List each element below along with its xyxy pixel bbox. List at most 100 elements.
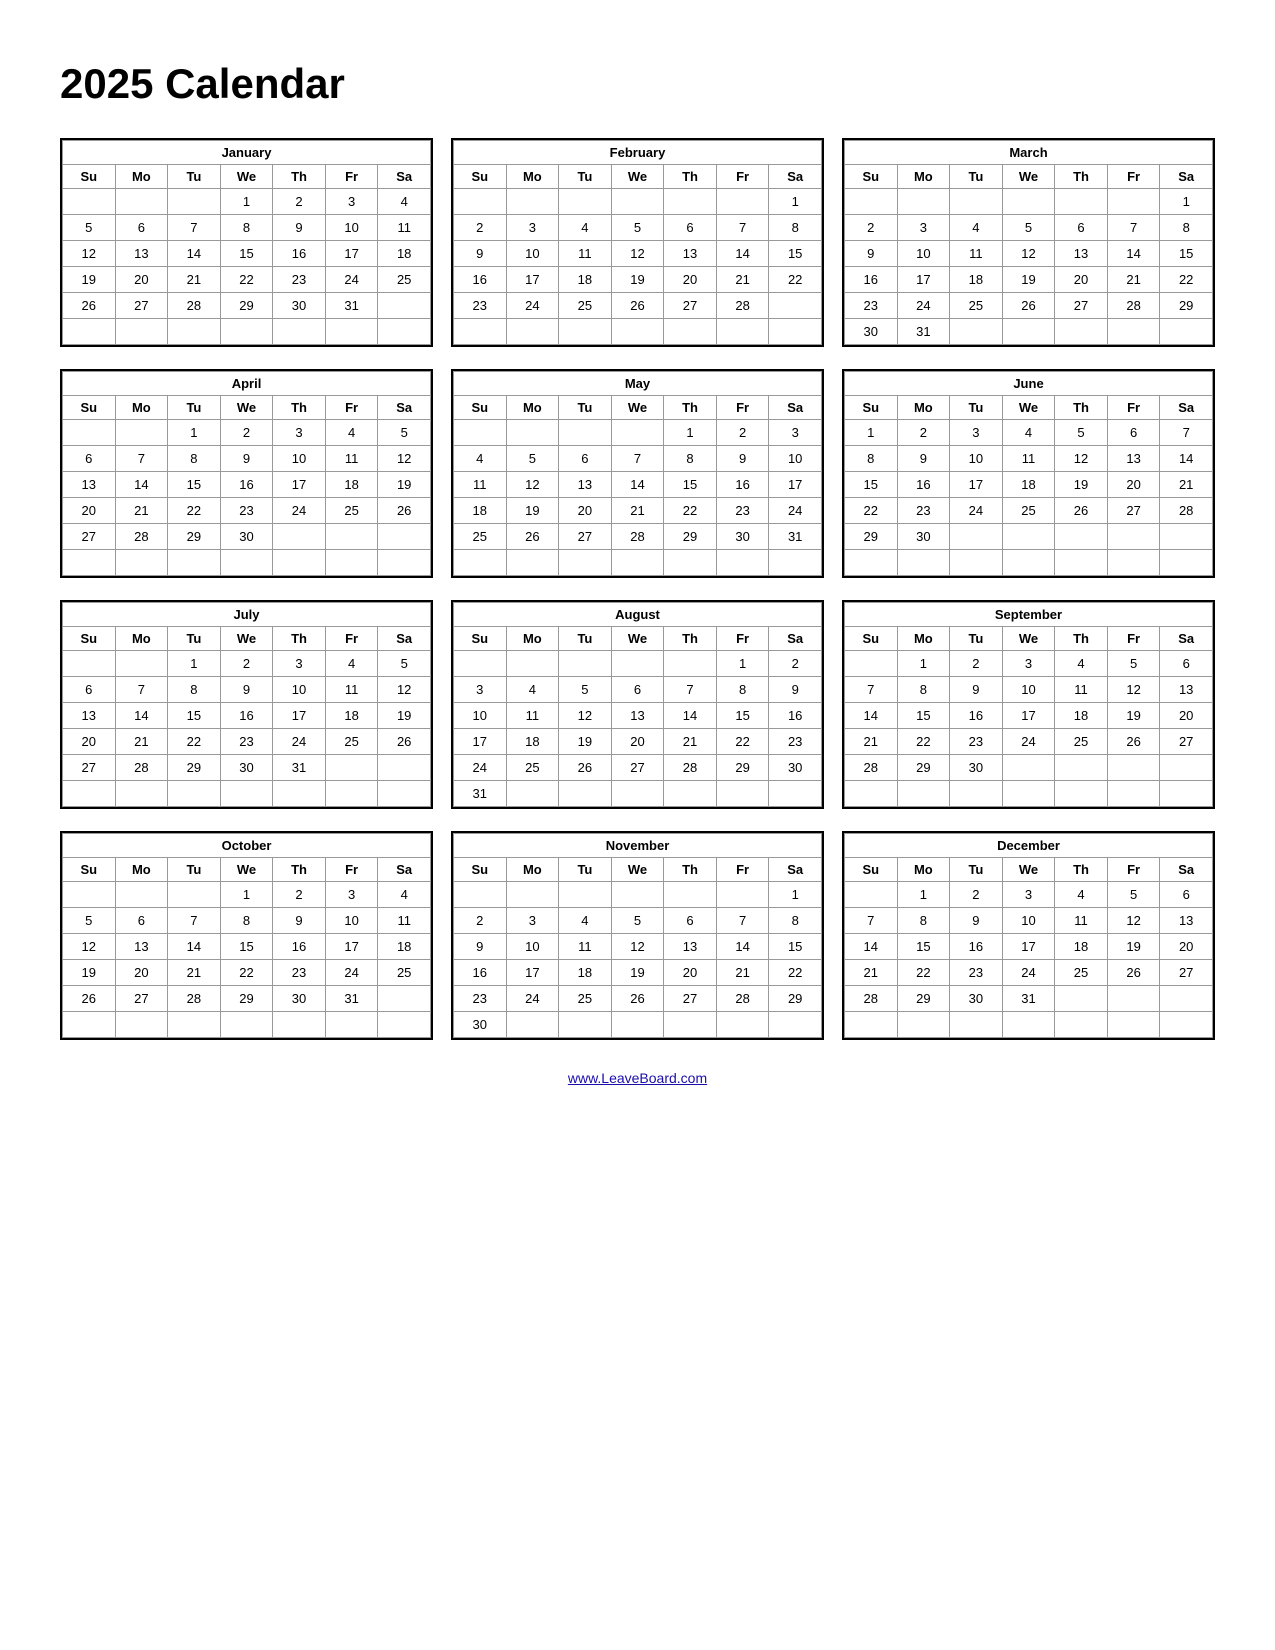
- day-cell: [559, 781, 612, 807]
- day-cell: 14: [115, 472, 168, 498]
- day-cell: 30: [220, 524, 273, 550]
- day-cell: 29: [664, 524, 717, 550]
- day-cell: 10: [1002, 908, 1055, 934]
- day-cell: [950, 189, 1003, 215]
- day-cell: [273, 319, 326, 345]
- day-cell: 17: [506, 960, 559, 986]
- day-cell: 21: [1107, 267, 1160, 293]
- day-cell: 14: [115, 703, 168, 729]
- day-header-sa: Sa: [378, 396, 431, 420]
- week-row: 78910111213: [845, 908, 1213, 934]
- day-cell: 25: [559, 986, 612, 1012]
- day-cell: 15: [716, 703, 769, 729]
- day-cell: [1107, 524, 1160, 550]
- footer-link[interactable]: www.LeaveBoard.com: [60, 1070, 1215, 1086]
- day-cell: [950, 781, 1003, 807]
- day-cell: 17: [454, 729, 507, 755]
- week-row: 10111213141516: [454, 703, 822, 729]
- week-row: 23242526272829: [845, 293, 1213, 319]
- week-row: 22232425262728: [845, 498, 1213, 524]
- day-cell: [1002, 1012, 1055, 1038]
- day-cell: 23: [950, 960, 1003, 986]
- day-cell: 7: [1107, 215, 1160, 241]
- day-cell: 6: [1160, 882, 1213, 908]
- day-cell: 29: [168, 524, 221, 550]
- day-cell: [115, 319, 168, 345]
- day-header-tu: Tu: [559, 165, 612, 189]
- day-cell: 30: [220, 755, 273, 781]
- day-cell: 2: [220, 651, 273, 677]
- day-cell: 15: [769, 934, 822, 960]
- day-cell: 12: [1107, 908, 1160, 934]
- day-cell: 9: [716, 446, 769, 472]
- day-cell: [506, 1012, 559, 1038]
- week-row: 16171819202122: [845, 267, 1213, 293]
- day-cell: 19: [506, 498, 559, 524]
- day-cell: 2: [950, 882, 1003, 908]
- week-row: 14151617181920: [845, 703, 1213, 729]
- day-cell: [611, 651, 664, 677]
- day-cell: 6: [559, 446, 612, 472]
- day-cell: [325, 319, 378, 345]
- week-row: 567891011: [63, 215, 431, 241]
- day-cell: 4: [950, 215, 1003, 241]
- day-cell: 14: [611, 472, 664, 498]
- day-cell: [559, 651, 612, 677]
- day-cell: 29: [769, 986, 822, 1012]
- week-row: 13141516171819: [63, 703, 431, 729]
- day-cell: 13: [115, 934, 168, 960]
- day-cell: [897, 189, 950, 215]
- day-cell: 27: [1160, 729, 1213, 755]
- day-cell: 28: [168, 293, 221, 319]
- day-cell: 26: [1055, 498, 1108, 524]
- day-cell: 18: [1055, 703, 1108, 729]
- day-header-su: Su: [63, 396, 116, 420]
- day-cell: 20: [1160, 703, 1213, 729]
- month-block-june: JuneSuMoTuWeThFrSa1234567891011121314151…: [842, 369, 1215, 578]
- day-header-fr: Fr: [325, 858, 378, 882]
- day-cell: 28: [611, 524, 664, 550]
- day-cell: 30: [273, 986, 326, 1012]
- day-cell: 28: [1107, 293, 1160, 319]
- day-cell: [378, 319, 431, 345]
- day-cell: [1002, 189, 1055, 215]
- day-header-tu: Tu: [168, 858, 221, 882]
- week-row: [63, 1012, 431, 1038]
- week-row: 282930: [845, 755, 1213, 781]
- month-title-october: October: [63, 834, 431, 858]
- week-row: 1: [454, 189, 822, 215]
- day-cell: 24: [273, 729, 326, 755]
- day-cell: 1: [168, 651, 221, 677]
- day-cell: 18: [378, 241, 431, 267]
- day-cell: [115, 189, 168, 215]
- day-cell: [559, 1012, 612, 1038]
- day-cell: 14: [1107, 241, 1160, 267]
- day-cell: [1107, 1012, 1160, 1038]
- day-cell: 26: [63, 986, 116, 1012]
- day-cell: 14: [716, 241, 769, 267]
- day-cell: 23: [454, 293, 507, 319]
- day-header-su: Su: [63, 627, 116, 651]
- day-cell: 16: [769, 703, 822, 729]
- day-cell: [454, 189, 507, 215]
- day-header-fr: Fr: [716, 627, 769, 651]
- day-cell: 24: [325, 960, 378, 986]
- day-cell: 17: [506, 267, 559, 293]
- day-cell: 24: [1002, 960, 1055, 986]
- day-cell: 10: [1002, 677, 1055, 703]
- day-cell: [664, 781, 717, 807]
- day-cell: 29: [168, 755, 221, 781]
- day-cell: [1107, 755, 1160, 781]
- day-cell: [716, 1012, 769, 1038]
- day-header-mo: Mo: [506, 165, 559, 189]
- week-row: 262728293031: [63, 293, 431, 319]
- day-cell: 4: [1002, 420, 1055, 446]
- day-cell: 12: [611, 934, 664, 960]
- day-cell: [1160, 1012, 1213, 1038]
- day-cell: 21: [664, 729, 717, 755]
- day-cell: [506, 319, 559, 345]
- day-cell: 12: [63, 241, 116, 267]
- day-cell: 10: [325, 908, 378, 934]
- day-cell: 27: [115, 293, 168, 319]
- day-cell: [63, 651, 116, 677]
